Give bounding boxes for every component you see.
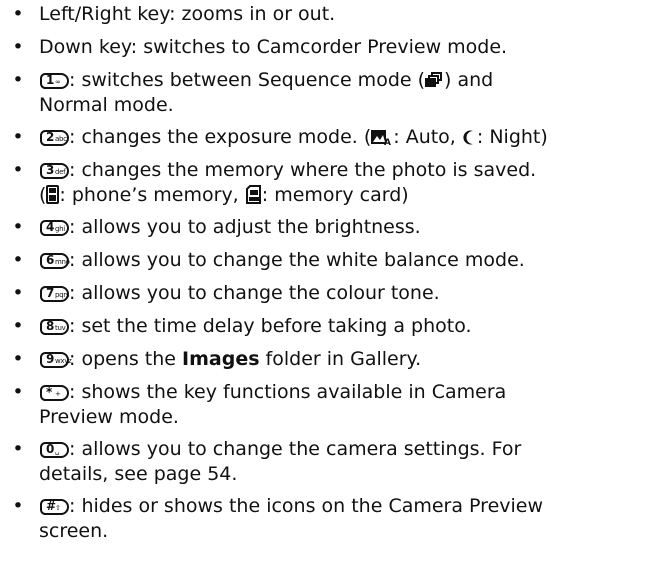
item-text: : allows you to change the white balance…: [69, 249, 525, 271]
item-text-line2: (: [39, 184, 47, 206]
item-text-line2: details, see page 54.: [39, 463, 238, 485]
item-text: folder in Gallery.: [259, 348, 422, 370]
key-7-icon: 7 pqrs: [40, 286, 70, 302]
item-text-line2: : phone’s memory,: [59, 184, 245, 206]
item-text: Down key: switches to Camcorder Preview …: [39, 36, 508, 58]
key-6-icon: 6 mno: [40, 253, 70, 269]
bullet: •: [12, 438, 24, 460]
list-item: • # ⇧: hides or shows the icons on the Ca…: [0, 494, 658, 544]
camera-keys-list: • Left/Right key: zooms in or out. • Dow…: [0, 0, 658, 544]
bullet: •: [12, 3, 24, 25]
key-4-icon: 4 ghi: [40, 220, 69, 236]
item-text: : opens the: [69, 348, 183, 370]
item-text: ) and: [444, 69, 494, 91]
item-text: : Auto,: [393, 126, 462, 148]
key-0-icon: 0 ␣: [40, 442, 69, 458]
item-text: : allows you to change the camera settin…: [69, 438, 522, 460]
bullet: •: [12, 159, 24, 181]
key-8-icon: 8 tuv: [40, 319, 69, 335]
star-key-icon: * +: [40, 385, 69, 401]
hash-key-icon: # ⇧: [40, 499, 69, 515]
list-item: • Down key: switches to Camcorder Previe…: [0, 35, 658, 60]
item-text: Left/Right key: zooms in or out.: [39, 3, 336, 25]
list-item: • 2 abc: changes the exposure mode. ( A: A…: [0, 125, 658, 150]
bullet: •: [12, 216, 24, 238]
item-text-line2: Preview mode.: [39, 406, 179, 428]
item-text: : switches between Sequence mode (: [69, 69, 426, 91]
item-text: : hides or shows the icons on the Camera…: [69, 495, 544, 517]
key-1-icon: 1 ∞: [40, 73, 69, 89]
svg-text:A: A: [384, 138, 391, 146]
list-item: • * +: shows the key functions available …: [0, 380, 658, 430]
bullet: •: [12, 69, 24, 91]
item-text-line2: : memory card): [261, 184, 409, 206]
memory-card-icon: [245, 185, 261, 204]
item-text: : set the time delay before taking a pho…: [69, 315, 472, 337]
list-item: • 1 ∞: switches between Sequence mode ( ) …: [0, 68, 658, 118]
bullet: •: [12, 381, 24, 403]
night-mode-icon: [463, 130, 473, 145]
list-item: • 8 tuv: set the time delay before taking…: [0, 314, 658, 339]
item-text-line2: screen.: [39, 520, 109, 542]
sequence-mode-icon: [425, 72, 444, 89]
bullet: •: [12, 315, 24, 337]
item-text: : allows you to adjust the brightness.: [69, 216, 421, 238]
list-item: • 0 ␣: allows you to change the camera se…: [0, 437, 658, 487]
auto-exposure-icon: A: [371, 130, 391, 146]
bullet: •: [12, 282, 24, 304]
list-item: • 6 mno: allows you to change the white b…: [0, 248, 658, 273]
item-text: : shows the key functions available in C…: [69, 381, 507, 403]
bullet: •: [12, 249, 24, 271]
bullet: •: [12, 495, 24, 517]
images-folder-name: Images: [182, 348, 260, 370]
list-item: • Left/Right key: zooms in or out.: [0, 2, 658, 27]
bullet: •: [12, 36, 24, 58]
item-text: : changes the memory where the photo is …: [69, 159, 537, 181]
list-item: • 7 pqrs: allows you to change the colour…: [0, 281, 658, 306]
item-text: : changes the exposure mode. (: [69, 126, 372, 148]
bullet: •: [12, 126, 24, 148]
bullet: •: [12, 348, 24, 370]
phone-memory-icon: [46, 185, 60, 204]
list-item: • 4 ghi: allows you to adjust the brightn…: [0, 215, 658, 240]
list-item: • 3 def: changes the memory where the pho…: [0, 158, 658, 208]
item-text: : allows you to change the colour tone.: [69, 282, 440, 304]
item-text: : Night): [476, 126, 548, 148]
key-3-icon: 3 def: [40, 163, 69, 179]
item-text-line2: Normal mode.: [39, 94, 174, 116]
key-2-icon: 2 abc: [40, 130, 69, 146]
list-item: • 9 wxyz: opens the Images folder in Gall…: [0, 347, 658, 372]
key-9-icon: 9 wxyz: [40, 352, 72, 368]
